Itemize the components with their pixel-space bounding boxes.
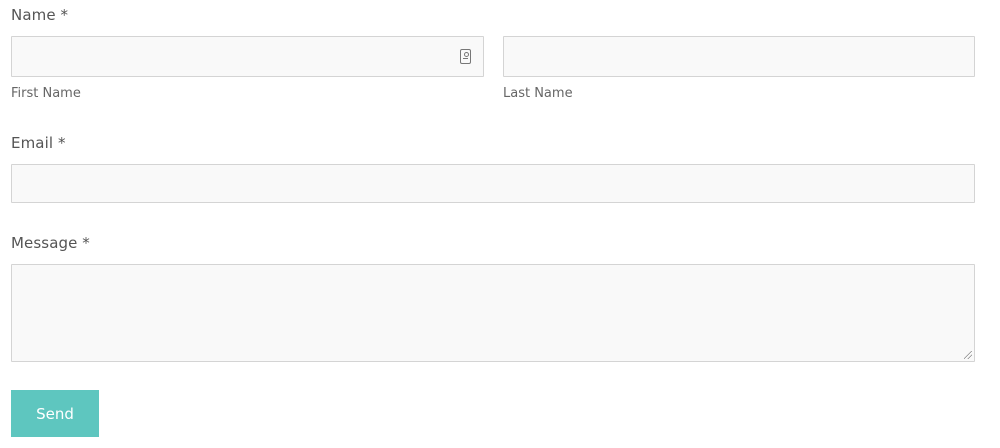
first-name-sublabel: First Name [11, 86, 81, 101]
resize-handle-icon[interactable] [964, 351, 972, 359]
message-label: Message * [11, 234, 90, 252]
last-name-field[interactable] [503, 36, 975, 77]
first-name-input[interactable] [12, 37, 483, 76]
last-name-input[interactable] [504, 37, 974, 76]
first-name-field[interactable] [11, 36, 484, 77]
name-label: Name * [11, 6, 69, 24]
email-field[interactable] [11, 164, 975, 203]
email-label: Email * [11, 134, 66, 152]
contact-form: Name * First Name Last Name Email * Mess… [0, 0, 1000, 448]
message-textarea[interactable] [12, 265, 974, 361]
email-input[interactable] [12, 165, 974, 202]
last-name-sublabel: Last Name [503, 86, 573, 101]
message-field[interactable] [11, 264, 975, 362]
contact-card-icon[interactable] [460, 49, 471, 64]
send-button[interactable]: Send [11, 390, 99, 437]
